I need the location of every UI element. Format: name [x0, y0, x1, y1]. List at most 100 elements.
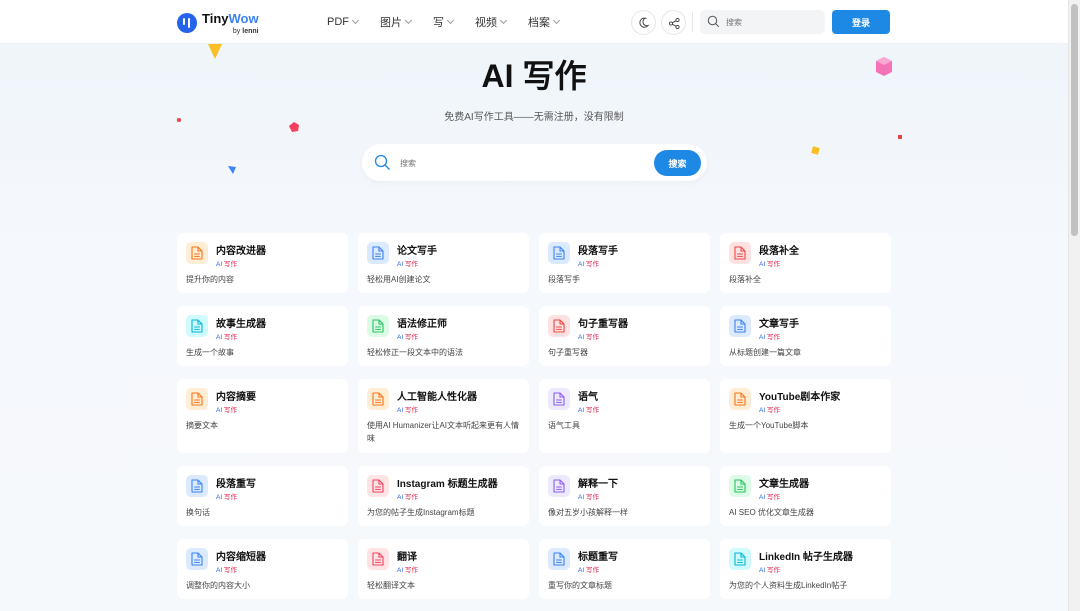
tool-icon-badge	[186, 315, 208, 337]
nav-pdf[interactable]: PDF	[327, 14, 360, 30]
tag-write: 写作	[766, 567, 780, 574]
hero-search-button[interactable]: 搜索	[654, 150, 701, 176]
chevron-down-icon	[404, 16, 413, 25]
tool-card[interactable]: 翻译 AI 写作 轻松翻译文本	[358, 539, 529, 599]
document-icon	[372, 319, 384, 333]
document-icon	[372, 552, 384, 566]
tool-title: 人工智能人性化器	[397, 392, 477, 403]
confetti-shape	[289, 122, 299, 132]
scrollbar-thumb[interactable]	[1071, 4, 1078, 236]
tool-icon-badge	[367, 388, 389, 410]
tool-description: 为您的个人资料生成LinkedIn帖子	[729, 581, 848, 590]
tools-grid: 内容改进器 AI 写作 提升你的内容 论文写手 AI 写作 轻松用AI创建论文 段落写手 AI…	[177, 233, 891, 611]
tool-icon-badge	[186, 475, 208, 497]
document-icon	[734, 552, 746, 566]
tool-card[interactable]: 段落写手 AI 写作 段落写手	[539, 233, 710, 293]
tool-icon-badge	[729, 388, 751, 410]
logo-by-text: by	[232, 28, 241, 35]
header-search-input[interactable]	[726, 14, 816, 30]
login-button[interactable]: 登录	[832, 10, 890, 34]
tool-card[interactable]: 语气 AI 写作 语气工具	[539, 379, 710, 453]
tool-card[interactable]: Instagram 标题生成器 AI 写作 为您的帖子生成Instagram标题	[358, 466, 529, 526]
nav-write-label: 写	[433, 17, 444, 29]
logo[interactable]: TinyWow by lenni	[177, 11, 259, 35]
hero-search-input[interactable]	[400, 156, 600, 170]
nav-file[interactable]: 档案	[528, 14, 561, 30]
tool-card[interactable]: 内容摘要 AI 写作 摘要文本	[177, 379, 348, 453]
tool-category-tag: AI 写作	[759, 331, 780, 341]
tag-ai: AI	[578, 494, 585, 501]
tool-card[interactable]: YouTube剧本作家 AI 写作 生成一个YouTube脚本	[720, 379, 891, 453]
tool-card[interactable]: 文章生成器 AI 写作 AI SEO 优化文章生成器	[720, 466, 891, 526]
tool-card[interactable]: 段落重写 AI 写作 换句话	[177, 466, 348, 526]
nav-video[interactable]: 视频	[475, 14, 508, 30]
tool-description: AI SEO 优化文章生成器	[729, 508, 814, 517]
tool-icon-badge	[548, 388, 570, 410]
document-icon	[191, 479, 203, 493]
tool-title: 标题重写	[578, 552, 618, 563]
tool-icon-badge	[548, 548, 570, 570]
tool-card[interactable]: 段落补全 AI 写作 段落补全	[720, 233, 891, 293]
logo-wow-text: Wow	[228, 11, 259, 26]
chevron-down-icon	[446, 16, 455, 25]
tool-description: 轻松用AI创建论文	[367, 275, 431, 284]
document-icon	[553, 319, 565, 333]
share-button[interactable]	[661, 10, 686, 35]
tool-card[interactable]: 内容改进器 AI 写作 提升你的内容	[177, 233, 348, 293]
tag-ai: AI	[216, 494, 223, 501]
tool-title: 语法修正师	[397, 319, 447, 330]
tool-description: 段落写手	[548, 275, 580, 284]
tag-ai: AI	[216, 407, 223, 414]
dark-mode-button[interactable]	[631, 10, 656, 35]
tool-title: 翻译	[397, 552, 417, 563]
document-icon	[553, 246, 565, 260]
tool-title: 文章写手	[759, 319, 799, 330]
tool-icon-badge	[367, 315, 389, 337]
tool-description: 从标题创建一篇文章	[729, 348, 801, 357]
document-icon	[372, 246, 384, 260]
page: TinyWow by lenni PDF 图片 写 视频 档案 搜索 登录 AI…	[0, 0, 1068, 611]
tag-write: 写作	[223, 261, 237, 268]
main-nav: PDF 图片 写 视频 档案	[327, 14, 581, 30]
document-icon	[553, 552, 565, 566]
tag-write: 写作	[766, 334, 780, 341]
tool-card[interactable]: 故事生成器 AI 写作 生成一个故事	[177, 306, 348, 366]
tool-category-tag: AI 写作	[397, 331, 418, 341]
tool-category-tag: AI 写作	[578, 564, 599, 574]
tool-category-tag: AI 写作	[216, 331, 237, 341]
nav-write[interactable]: 写	[433, 14, 455, 30]
tool-description: 为您的帖子生成Instagram标题	[367, 508, 475, 517]
logo-icon	[177, 13, 197, 33]
header-search[interactable]	[700, 10, 825, 34]
tool-category-tag: AI 写作	[578, 331, 599, 341]
tool-category-tag: AI 写作	[397, 258, 418, 268]
search-icon	[374, 154, 390, 170]
nav-pdf-label: PDF	[327, 16, 349, 28]
tool-card[interactable]: 语法修正师 AI 写作 轻松修正一段文本中的语法	[358, 306, 529, 366]
tag-write: 写作	[404, 334, 418, 341]
tool-title: 文章生成器	[759, 479, 809, 490]
tag-ai: AI	[397, 334, 404, 341]
tool-icon-badge	[186, 548, 208, 570]
tool-card[interactable]: 句子重写器 AI 写作 句子重写器	[539, 306, 710, 366]
tag-ai: AI	[397, 407, 404, 414]
tool-card[interactable]: 内容缩短器 AI 写作 调整你的内容大小	[177, 539, 348, 599]
share-icon	[668, 17, 680, 30]
tag-write: 写作	[766, 407, 780, 414]
tool-title: 内容改进器	[216, 246, 266, 257]
tool-card[interactable]: 论文写手 AI 写作 轻松用AI创建论文	[358, 233, 529, 293]
tool-description: 摘要文本	[186, 421, 218, 430]
tool-card[interactable]: 解释一下 AI 写作 像对五岁小孩解释一样	[539, 466, 710, 526]
page-scrollbar[interactable]	[1068, 0, 1080, 611]
tool-title: 段落写手	[578, 246, 618, 257]
tool-card[interactable]: 文章写手 AI 写作从标题创建一篇文章	[720, 306, 891, 366]
tag-write: 写作	[585, 261, 599, 268]
tool-title: 内容摘要	[216, 392, 256, 403]
tool-card[interactable]: 人工智能人性化器 AI 写作 使用AI Humanizer让AI文本听起来更有人情味	[358, 379, 529, 453]
tag-ai: AI	[578, 334, 585, 341]
nav-image[interactable]: 图片	[380, 14, 413, 30]
tool-card[interactable]: LinkedIn 帖子生成器 AI 写作 为您的个人资料生成LinkedIn帖子	[720, 539, 891, 599]
tool-category-tag: AI 写作	[397, 564, 418, 574]
tool-card[interactable]: 标题重写 AI 写作 重写你的文章标题	[539, 539, 710, 599]
tool-icon-badge	[729, 475, 751, 497]
